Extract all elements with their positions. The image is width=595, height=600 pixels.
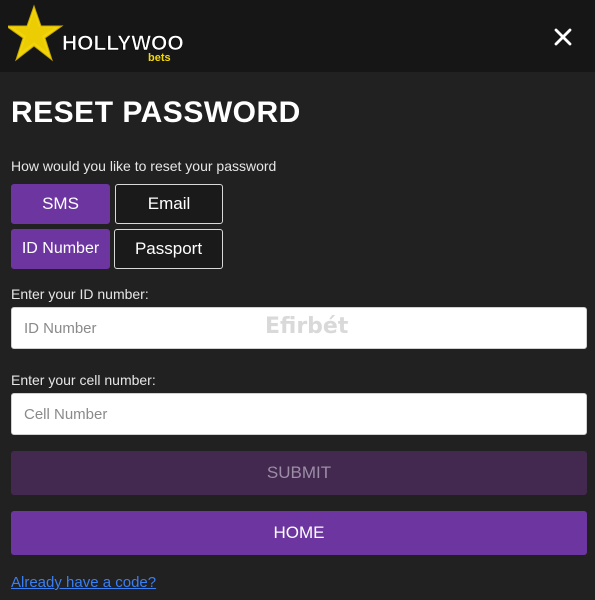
passport-option-button[interactable]: Passport bbox=[114, 229, 223, 269]
star-icon bbox=[8, 4, 64, 62]
id-number-input[interactable] bbox=[11, 307, 587, 349]
reset-method-prompt: How would you like to reset your passwor… bbox=[11, 158, 277, 174]
home-button[interactable]: HOME bbox=[11, 511, 587, 555]
sms-option-button[interactable]: SMS bbox=[11, 184, 110, 224]
header-bar: HOLLYWOOD bets bbox=[0, 0, 595, 72]
already-have-code-link[interactable]: Already have a code? bbox=[11, 574, 156, 591]
id-number-label: Enter your ID number: bbox=[11, 286, 149, 302]
close-icon[interactable] bbox=[548, 22, 578, 52]
email-option-button[interactable]: Email bbox=[115, 184, 223, 224]
submit-button[interactable]: SUBMIT bbox=[11, 451, 587, 495]
hollywood-bets-logo[interactable]: HOLLYWOOD bets bbox=[8, 4, 183, 68]
cell-number-input[interactable] bbox=[11, 393, 587, 435]
logo-sub-text: bets bbox=[148, 52, 171, 64]
page-title: RESET PASSWORD bbox=[11, 96, 301, 129]
id-number-option-button[interactable]: ID Number bbox=[11, 229, 110, 269]
cell-number-label: Enter your cell number: bbox=[11, 372, 156, 388]
